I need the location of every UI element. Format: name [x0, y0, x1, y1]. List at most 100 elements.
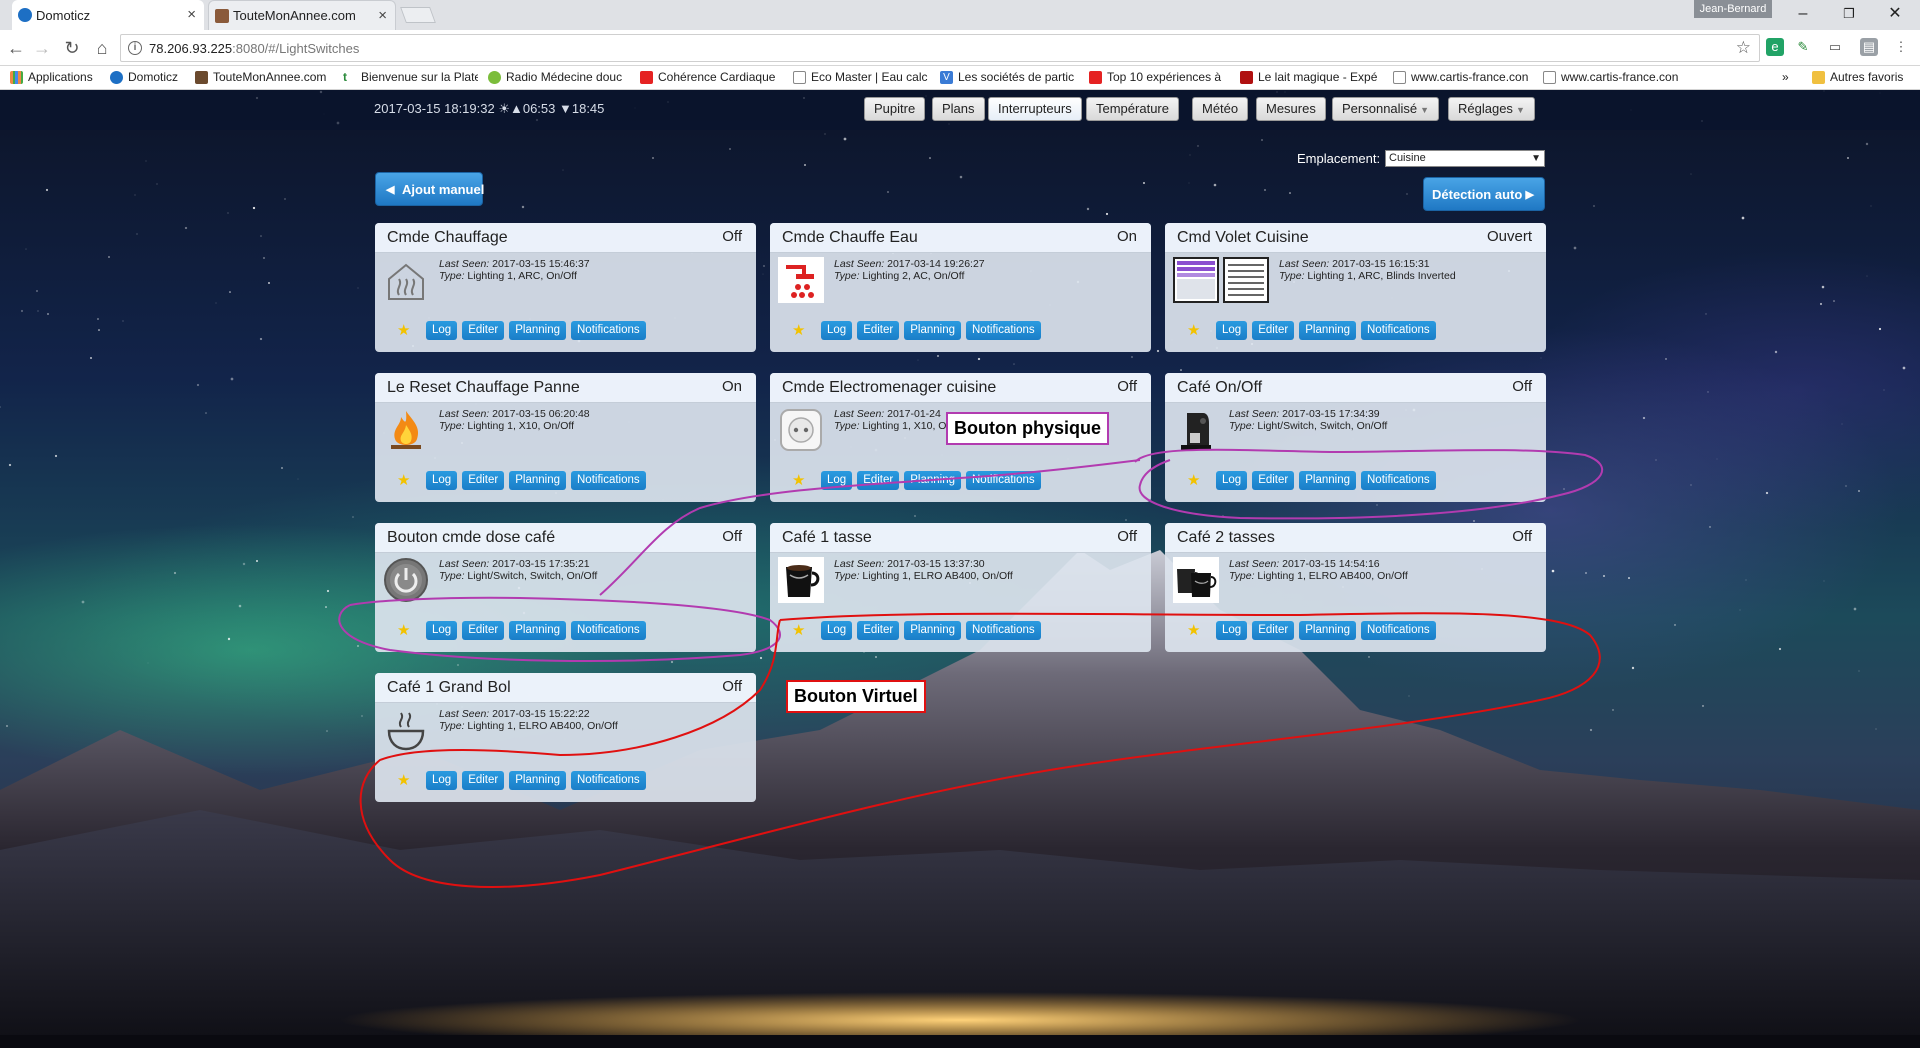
browser-menu-icon[interactable]: ⋮ — [1892, 38, 1910, 56]
bookmark-societes[interactable]: V Les sociétés de partic — [940, 70, 1075, 84]
favorite-star-icon[interactable]: ★ — [1187, 621, 1200, 639]
back-arrow-icon[interactable]: ← — [4, 36, 28, 60]
bookmark-radio-medecine[interactable]: Radio Médecine douc — [488, 70, 626, 84]
notifications-button[interactable]: Notifications — [1361, 471, 1436, 490]
favorite-star-icon[interactable]: ★ — [397, 321, 410, 339]
device-card[interactable]: Café 1 Grand Bol Off Last Seen: 2017-03-15… — [375, 673, 756, 802]
notifications-button[interactable]: Notifications — [966, 321, 1041, 340]
notifications-button[interactable]: Notifications — [571, 471, 646, 490]
site-info-icon[interactable]: i — [128, 41, 142, 55]
bookmark-bienvenue[interactable]: t Bienvenue sur la Plate — [343, 70, 478, 84]
close-window-button[interactable]: ✕ — [1872, 0, 1918, 30]
edit-button[interactable]: Editer — [1252, 621, 1295, 640]
close-tab-icon[interactable]: × — [378, 7, 387, 24]
planning-button[interactable]: Planning — [904, 621, 961, 640]
log-button[interactable]: Log — [821, 321, 853, 340]
fire-icon[interactable] — [383, 407, 429, 453]
bookmark-applications[interactable]: Applications — [10, 70, 93, 84]
tab-interrupteurs[interactable]: Interrupteurs — [988, 97, 1082, 121]
edit-button[interactable]: Editer — [462, 771, 505, 790]
bookmark-domoticz[interactable]: Domoticz — [110, 70, 205, 84]
log-button[interactable]: Log — [426, 621, 458, 640]
planning-button[interactable]: Planning — [904, 321, 961, 340]
notifications-button[interactable]: Notifications — [1361, 321, 1436, 340]
device-card[interactable]: Cmde Chauffage Off Last Seen: 2017-03-15 1… — [375, 223, 756, 352]
log-button[interactable]: Log — [821, 621, 853, 640]
device-card[interactable]: Cmd Volet Cuisine Ouvert Last Seen: 2017-0… — [1165, 223, 1546, 352]
device-card[interactable]: Le Reset Chauffage Panne On Last Seen: 201… — [375, 373, 756, 502]
extension-gray-icon[interactable]: ▤ — [1860, 38, 1878, 56]
device-card[interactable]: Café 2 tasses Off Last Seen: 2017-03-15 14… — [1165, 523, 1546, 652]
notifications-button[interactable]: Notifications — [571, 321, 646, 340]
bookmark-coherence[interactable]: Cohérence Cardiaque — [640, 70, 777, 84]
notifications-button[interactable]: Notifications — [571, 771, 646, 790]
edit-button[interactable]: Editer — [462, 471, 505, 490]
planning-button[interactable]: Planning — [1299, 621, 1356, 640]
bookmark-cartis-2[interactable]: www.cartis-france.con — [1543, 70, 1678, 84]
favorite-star-icon[interactable]: ★ — [397, 471, 410, 489]
planning-button[interactable]: Planning — [509, 621, 566, 640]
edit-button[interactable]: Editer — [1252, 471, 1295, 490]
favorite-star-icon[interactable]: ★ — [397, 771, 410, 789]
water-heater-icon[interactable] — [778, 257, 824, 303]
two-cups-icon[interactable] — [1173, 557, 1219, 603]
log-button[interactable]: Log — [426, 471, 458, 490]
bookmark-top10[interactable]: Top 10 expériences à t — [1089, 70, 1224, 84]
edit-button[interactable]: Editer — [462, 321, 505, 340]
cast-icon[interactable]: ▭ — [1826, 38, 1844, 56]
tab-mesures[interactable]: Mesures — [1256, 97, 1326, 121]
coffee-machine-icon[interactable] — [1173, 407, 1219, 453]
socket-icon[interactable] — [778, 407, 824, 453]
close-tab-icon[interactable]: × — [187, 6, 196, 23]
log-button[interactable]: Log — [1216, 621, 1248, 640]
planning-button[interactable]: Planning — [509, 771, 566, 790]
bookmark-other-favorites[interactable]: Autres favoris — [1812, 70, 1903, 84]
tab-personnalise[interactable]: Personnalisé ▼ — [1332, 97, 1440, 121]
log-button[interactable]: Log — [426, 771, 458, 790]
more-bookmarks-button[interactable]: » — [1782, 70, 1789, 84]
log-button[interactable]: Log — [1216, 471, 1248, 490]
device-card[interactable]: Café On/Off Off Last Seen: 2017-03-15 17:3… — [1165, 373, 1546, 502]
planning-button[interactable]: Planning — [904, 471, 961, 490]
notifications-button[interactable]: Notifications — [966, 471, 1041, 490]
edit-button[interactable]: Editer — [1252, 321, 1295, 340]
address-bar[interactable]: i 78.206.93.225:8080/#/LightSwitches ☆ — [120, 34, 1760, 62]
bookmark-lait-magique[interactable]: Le lait magique - Expé — [1240, 70, 1378, 84]
notifications-button[interactable]: Notifications — [571, 621, 646, 640]
log-button[interactable]: Log — [426, 321, 458, 340]
notifications-button[interactable]: Notifications — [1361, 621, 1436, 640]
tab-domoticz[interactable]: Domoticz × — [12, 0, 204, 30]
bookmark-eco-master[interactable]: Eco Master | Eau calca — [793, 70, 928, 84]
tab-meteo[interactable]: Météo — [1192, 97, 1249, 121]
device-card[interactable]: Cmde Chauffe Eau On Last Seen: 2017-03-14 … — [770, 223, 1151, 352]
extension-leaf-icon[interactable]: ✎ — [1794, 38, 1812, 56]
power-icon[interactable] — [383, 557, 429, 603]
favorite-star-icon[interactable]: ★ — [1187, 471, 1200, 489]
log-button[interactable]: Log — [821, 471, 853, 490]
home-icon[interactable]: ⌂ — [90, 36, 114, 60]
tab-temperature[interactable]: Température — [1086, 97, 1179, 121]
favorite-star-icon[interactable]: ★ — [792, 621, 805, 639]
edit-button[interactable]: Editer — [857, 321, 900, 340]
tab-plans[interactable]: Plans — [932, 97, 985, 121]
bookmark-toutemonannee[interactable]: TouteMonAnnee.com — [195, 70, 335, 84]
auto-detect-button[interactable]: Détection auto ▶ — [1423, 177, 1545, 211]
device-card[interactable]: Café 1 tasse Off Last Seen: 2017-03-15 13:… — [770, 523, 1151, 652]
bookmark-star-icon[interactable]: ☆ — [1736, 38, 1751, 58]
edit-button[interactable]: Editer — [462, 621, 505, 640]
device-card[interactable]: Bouton cmde dose café Off Last Seen: 2017-… — [375, 523, 756, 652]
minimize-window-button[interactable]: – — [1780, 0, 1826, 30]
notifications-button[interactable]: Notifications — [966, 621, 1041, 640]
tab-toutemonannee[interactable]: TouteMonAnnee.com × — [208, 0, 396, 30]
log-button[interactable]: Log — [1216, 321, 1248, 340]
planning-button[interactable]: Planning — [509, 321, 566, 340]
profile-badge[interactable]: Jean-Bernard — [1694, 0, 1772, 18]
bookmark-cartis-1[interactable]: www.cartis-france.con — [1393, 70, 1528, 84]
heating-icon[interactable] — [383, 257, 429, 303]
reload-icon[interactable]: ↻ — [60, 36, 84, 60]
planning-button[interactable]: Planning — [509, 471, 566, 490]
restore-window-button[interactable]: ❐ — [1826, 0, 1872, 30]
favorite-star-icon[interactable]: ★ — [792, 321, 805, 339]
favorite-star-icon[interactable]: ★ — [1187, 321, 1200, 339]
new-tab-button[interactable] — [400, 7, 436, 23]
